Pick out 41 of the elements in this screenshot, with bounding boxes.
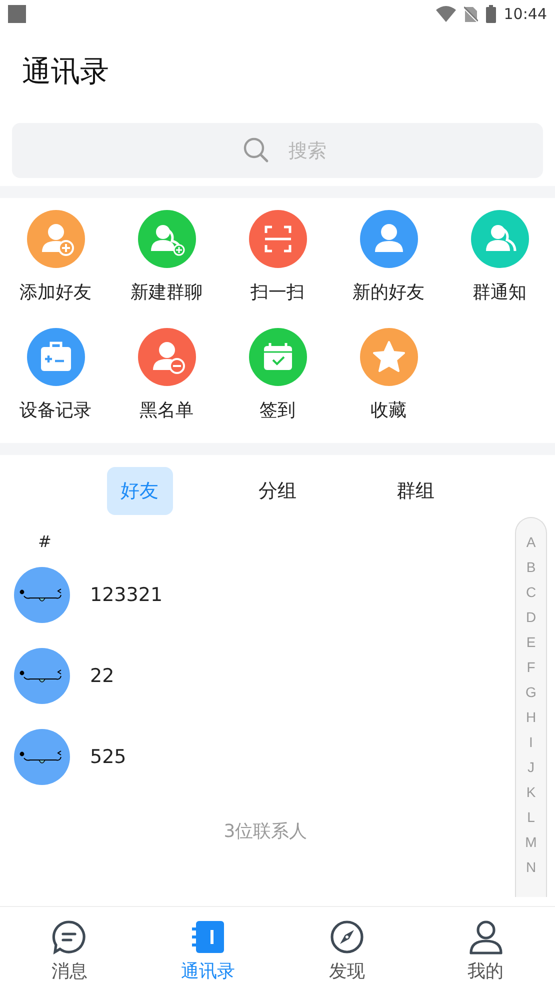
avatar-icon: [14, 566, 70, 622]
search-field[interactable]: 搜索: [12, 123, 543, 178]
calendar-check-icon: [248, 328, 306, 386]
shortcut-button[interactable]: 新建群聊: [111, 210, 222, 328]
shortcut-button[interactable]: 扫一扫: [222, 210, 333, 328]
person-add-icon: [26, 210, 84, 268]
search-icon: [243, 137, 269, 163]
person-icon: [360, 210, 418, 268]
shortcut-button[interactable]: 新的好友: [333, 210, 444, 328]
contact-row[interactable]: 525: [14, 716, 507, 797]
section-header: #: [37, 531, 52, 553]
avatar-icon: [14, 648, 70, 704]
group-icon: [470, 210, 528, 268]
avatar-icon: [14, 728, 70, 784]
chat-bubble-icon: [51, 919, 88, 955]
nav-tab[interactable]: 消息: [0, 907, 139, 992]
app-icon: [8, 5, 26, 23]
person-remove-icon: [138, 328, 196, 386]
contact-row[interactable]: 123321: [14, 554, 507, 635]
no-sim-icon: [464, 6, 478, 22]
briefcase-icon: [26, 328, 84, 386]
wifi-icon: [436, 6, 456, 22]
nav-tab[interactable]: 我的: [416, 907, 555, 992]
battery-icon: [486, 5, 496, 23]
page-title: 通讯录: [22, 53, 109, 90]
shortcut-button[interactable]: 群通知: [444, 210, 555, 328]
notebook-icon: [190, 919, 226, 955]
contact-row[interactable]: 22: [14, 635, 507, 716]
nav-tab[interactable]: 发现: [278, 907, 416, 992]
compass-icon: [328, 919, 365, 955]
clock-time: 10:44: [504, 5, 547, 23]
contact-name: 123321: [90, 584, 163, 606]
contact-name: 22: [90, 664, 114, 686]
tab[interactable]: 群组: [382, 467, 448, 515]
tab[interactable]: 分组: [244, 467, 310, 515]
group-add-icon: [138, 210, 196, 268]
contact-name: 525: [90, 746, 126, 768]
contact-count: 3位联系人: [222, 820, 308, 843]
user-icon: [468, 919, 504, 955]
scan-icon: [248, 210, 306, 268]
shortcut-button[interactable]: 添加好友: [0, 210, 111, 328]
